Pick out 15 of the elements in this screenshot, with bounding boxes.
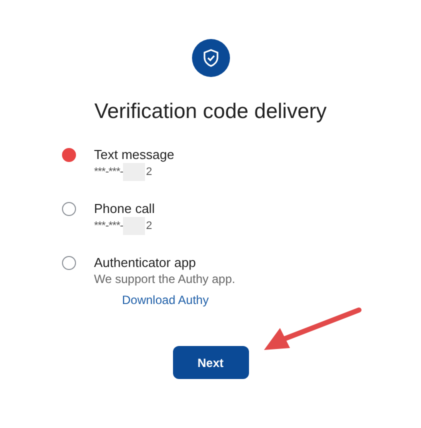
option-label: Phone call (94, 201, 155, 217)
option-label: Text message (94, 147, 174, 163)
radio-button[interactable] (62, 148, 76, 162)
shield-check-icon (202, 49, 218, 67)
radio-button[interactable] (62, 256, 76, 270)
phone-number-suffix: 2 (146, 166, 152, 178)
phone-number-suffix: 2 (146, 220, 152, 232)
download-link[interactable]: Download Authy (122, 292, 236, 308)
radio-button[interactable] (62, 202, 76, 216)
next-button[interactable]: Next (172, 346, 248, 379)
masked-phone-number: ***-***- (94, 220, 124, 232)
option-label: Authenticator app (94, 255, 197, 271)
masked-phone-number: ***-***- (94, 166, 124, 178)
option-note: We support the Authy app. (94, 271, 236, 288)
page-title: Verification code delivery (94, 99, 327, 125)
